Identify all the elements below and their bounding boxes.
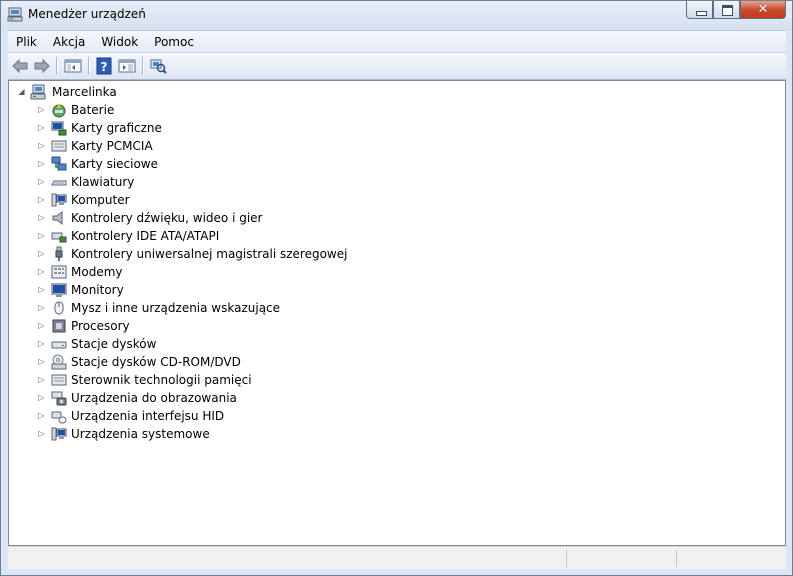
display-adapter-icon (51, 121, 67, 136)
tree-collapsed-icon[interactable]: ▷ (37, 227, 46, 245)
battery-icon (52, 103, 66, 118)
tree-item-label: Karty sieciowe (71, 157, 159, 171)
tree-collapsed-icon[interactable]: ▷ (37, 371, 46, 389)
monitor-icon (51, 283, 67, 297)
back-arrow-icon[interactable] (11, 57, 29, 75)
tree-collapsed-icon[interactable]: ▷ (37, 425, 46, 443)
tree-item-label: Urządzenia interfejsu HID (71, 409, 225, 423)
tree-collapsed-icon[interactable]: ▷ (37, 119, 46, 137)
pcmcia-card-icon (51, 140, 67, 152)
tree-item-label: Urządzenia do obrazowania (71, 391, 237, 405)
processor-icon (52, 319, 66, 333)
tree-collapsed-icon[interactable]: ▷ (37, 137, 46, 155)
tree-collapsed-icon[interactable]: ▷ (37, 263, 46, 281)
tree-collapsed-icon[interactable]: ▷ (37, 245, 46, 263)
tree-root-label: Marcelinka (52, 85, 117, 99)
tree-collapsed-icon[interactable]: ▷ (37, 389, 46, 407)
device-manager-window: Menedżer urządzeń ✕ Plik Akcja Widok Pom… (0, 0, 793, 576)
tree-item-label: Kontrolery IDE ATA/ATAPI (71, 229, 220, 243)
maximize-icon (722, 5, 733, 16)
minimize-button[interactable] (686, 1, 713, 19)
cd-rom-icon (51, 354, 67, 370)
tree-item-label: Stacje dysków (71, 337, 157, 351)
tree-collapsed-icon[interactable]: ▷ (37, 209, 46, 227)
speaker-icon (52, 210, 63, 226)
status-pane-divider (676, 550, 677, 567)
hid-device-icon (51, 411, 67, 424)
computer-icon (51, 193, 67, 207)
tree-item-label: Urządzenia systemowe (71, 427, 210, 441)
tree-item-label: Komputer (71, 193, 130, 207)
tree-item-label: Monitory (71, 283, 124, 297)
tree-collapsed-icon[interactable]: ▷ (37, 335, 46, 353)
window-title: Menedżer urządzeń (28, 7, 146, 21)
tree-item-label: Modemy (71, 265, 123, 279)
menu-help[interactable]: Pomoc (146, 32, 202, 52)
system-device-icon (51, 427, 67, 441)
tree-item-label: Kontrolery uniwersalnej magistrali szere… (71, 247, 348, 261)
tree-item-label: Baterie (71, 103, 115, 117)
modem-icon (51, 265, 67, 279)
menu-view[interactable]: Widok (93, 32, 146, 52)
tree-item-label: Karty PCMCIA (71, 139, 153, 153)
help-icon[interactable]: ? (95, 57, 113, 75)
status-bar (8, 546, 786, 569)
memory-technology-icon (51, 374, 67, 386)
tree-collapsed-icon[interactable]: ▷ (37, 353, 46, 371)
tree-item-label: Mysz i inne urządzenia wskazujące (71, 301, 281, 315)
device-manager-app-icon (7, 7, 23, 22)
toolbar: ? (8, 52, 786, 80)
close-button[interactable]: ✕ (740, 1, 786, 19)
tree-item-label: Kontrolery dźwięku, wideo i gier (71, 211, 263, 225)
tree-collapsed-icon[interactable]: ▷ (37, 101, 46, 119)
forward-arrow-icon[interactable] (33, 57, 51, 75)
tree-collapsed-icon[interactable]: ▷ (37, 407, 46, 425)
tree-collapsed-icon[interactable]: ▷ (37, 191, 46, 209)
title-bar[interactable]: Menedżer urządzeń ✕ (1, 1, 792, 30)
keyboard-icon (51, 180, 67, 186)
tree-collapsed-icon[interactable]: ▷ (37, 317, 46, 335)
device-tree[interactable]: ◢ Marcelinka ▷ Baterie ▷ Karty graficzne… (8, 80, 786, 546)
imaging-device-icon (51, 391, 67, 406)
close-icon: ✕ (757, 2, 769, 17)
svg-text:?: ? (101, 60, 108, 74)
tree-root-expanded-icon[interactable]: ◢ (17, 83, 26, 101)
usb-plug-icon (55, 246, 63, 261)
tree-item-label: Karty graficzne (71, 121, 162, 135)
maximize-button[interactable] (713, 1, 740, 19)
status-pane-divider (566, 550, 567, 567)
properties-icon[interactable] (118, 57, 136, 75)
minimize-icon (696, 11, 707, 16)
show-hide-console-tree-icon[interactable] (64, 57, 82, 75)
network-adapter-icon (51, 156, 67, 171)
scan-hardware-changes-icon[interactable] (149, 57, 167, 75)
disk-drive-icon (51, 341, 67, 349)
tree-collapsed-icon[interactable]: ▷ (37, 173, 46, 191)
tree-item-label: Stacje dysków CD-ROM/DVD (71, 355, 241, 369)
tree-item-label: Procesory (71, 319, 130, 333)
menu-bar: Plik Akcja Widok Pomoc (8, 30, 786, 52)
ide-controller-icon (51, 232, 67, 243)
tree-collapsed-icon[interactable]: ▷ (37, 299, 46, 317)
menu-action[interactable]: Akcja (45, 32, 93, 52)
tree-collapsed-icon[interactable]: ▷ (37, 155, 46, 173)
computer-root-icon (30, 84, 46, 100)
tree-item-label: Klawiatury (71, 175, 135, 189)
menu-file[interactable]: Plik (8, 32, 45, 52)
tree-collapsed-icon[interactable]: ▷ (37, 281, 46, 299)
caption-buttons: ✕ (686, 1, 786, 20)
tree-item-label: Sterownik technologii pamięci (71, 373, 252, 387)
mouse-icon (54, 301, 64, 315)
